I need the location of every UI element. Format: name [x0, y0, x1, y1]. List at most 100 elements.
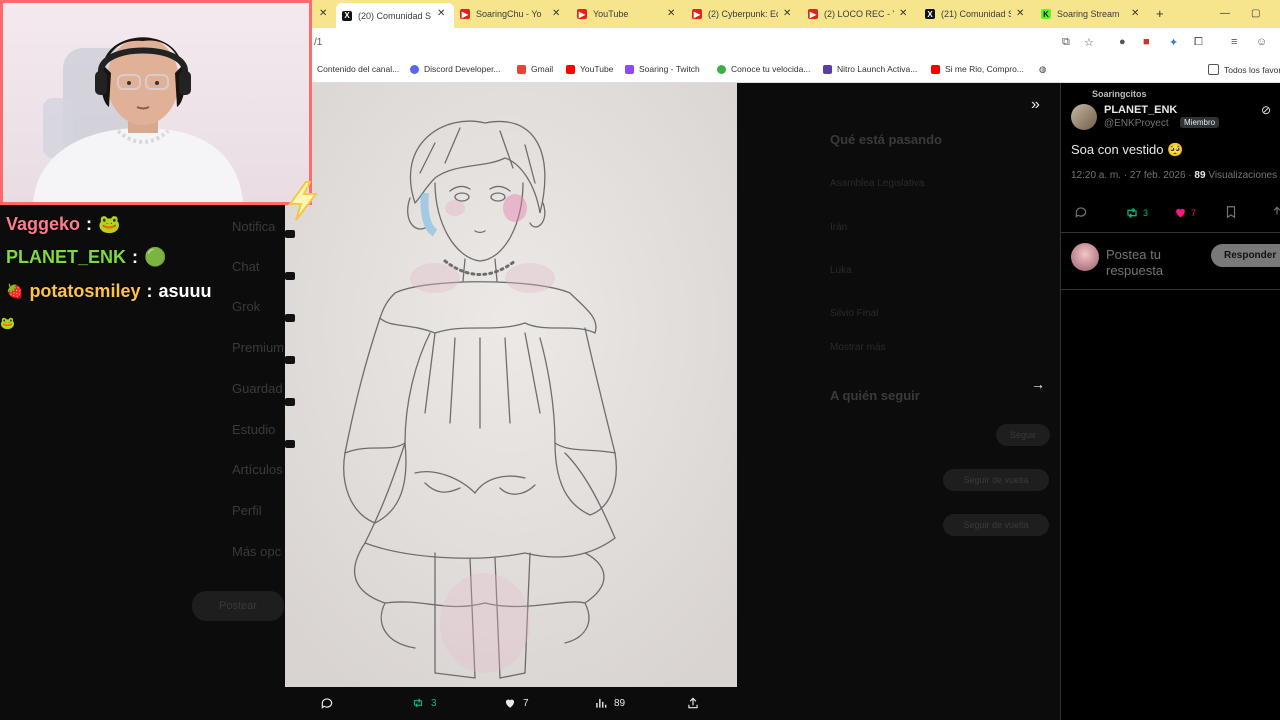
follow-back-button[interactable]: Seguir de vuelta	[943, 514, 1049, 536]
heart-icon	[1176, 208, 1185, 218]
community-name[interactable]: Soaringcitos	[1092, 89, 1147, 99]
views-label: Visualizaciones	[1208, 170, 1278, 181]
trend-item[interactable]: Irán	[830, 222, 847, 233]
author-handle[interactable]: @ENKProyect	[1104, 118, 1169, 129]
trend-item[interactable]: Silvio Final	[830, 308, 878, 319]
new-tab-button[interactable]: +	[1156, 6, 1164, 21]
close-icon[interactable]: ✕	[1131, 8, 1139, 19]
tab-soaringchu[interactable]: ▶ SoaringChu - Yo	[460, 5, 546, 23]
show-more-link[interactable]: Mostrar más	[830, 342, 886, 353]
grok-icon[interactable]: ⊘	[1261, 103, 1271, 117]
close-icon[interactable]: ✕	[783, 8, 791, 19]
close-icon[interactable]: ✕	[899, 8, 907, 19]
streamer-webcam	[33, 37, 243, 202]
bookmark-item[interactable]: Contenido del canal...	[317, 64, 399, 74]
sidebar-item-saved[interactable]: Guardad	[232, 381, 283, 396]
sidebar-item-premium[interactable]: Premium	[232, 340, 284, 355]
profile-avatar[interactable]: ☺	[1256, 36, 1267, 48]
bookmark-item[interactable]: Soaring - Twitch	[625, 64, 700, 74]
member-badge: Miembro	[1180, 117, 1220, 128]
reply-button[interactable]	[320, 696, 334, 710]
follow-button[interactable]: Seguir	[996, 424, 1050, 446]
reply-icon	[1075, 207, 1087, 218]
tab-cyberpunk[interactable]: ▶ (2) Cyberpunk: Ed	[692, 5, 778, 23]
chat-username: potatosmiley	[29, 281, 141, 301]
author-avatar[interactable]	[1071, 104, 1097, 130]
views-count: 89	[1194, 170, 1206, 181]
address-bar[interactable]: /1	[300, 32, 1280, 54]
chat-message: 🍓 potatosmiley : asuuu	[6, 281, 211, 302]
sketch-image[interactable]	[285, 83, 737, 687]
close-icon[interactable]: ✕	[552, 8, 560, 19]
divider	[1060, 232, 1280, 233]
bookmark-item[interactable]: Si me Rio, Compro...	[931, 64, 1024, 74]
post-button[interactable]: Postear	[192, 591, 284, 621]
extension-icon[interactable]: ●	[1119, 36, 1126, 48]
cast-icon[interactable]: ⧉	[1062, 36, 1070, 49]
youtube-icon: ▶	[692, 9, 702, 19]
bookmark-item[interactable]: Discord Developer...	[410, 64, 501, 74]
star-icon[interactable]: ☆	[1084, 36, 1094, 49]
green-emote: 🟢	[144, 247, 167, 267]
trend-item[interactable]: Luka	[830, 265, 852, 276]
sidebar-item-profile[interactable]: Perfil	[232, 503, 262, 518]
bookmark-label: Gmail	[531, 64, 554, 74]
tab-youtube[interactable]: ▶ YouTube	[577, 5, 663, 23]
trend-item[interactable]: Asamblea Legislativa	[830, 178, 925, 189]
nitro-icon	[823, 64, 832, 74]
sidebar-item-articles[interactable]: Artículos	[232, 462, 283, 477]
globe-icon[interactable]: ◍	[1039, 64, 1046, 75]
trending-title: Qué está pasando	[830, 132, 942, 147]
sidebar-item-grok[interactable]: Grok	[232, 299, 260, 314]
next-arrow-icon[interactable]: →	[1031, 376, 1045, 392]
sidebar-item-studio[interactable]: Estudio	[232, 422, 275, 437]
views-button[interactable]: 89	[594, 696, 625, 710]
tab-loco-rec[interactable]: ▶ (2) LOCO REC - Yo	[808, 5, 894, 23]
chat-separator: :	[86, 214, 93, 234]
all-bookmarks[interactable]: Todos los favor	[1208, 64, 1280, 75]
sidebar-item-more[interactable]: Más opc	[232, 544, 281, 559]
minimize-button[interactable]: —	[1220, 8, 1230, 19]
close-icon[interactable]: ✕	[1016, 8, 1024, 19]
close-icon[interactable]: ✕	[437, 8, 445, 19]
post-like-button[interactable]: 7	[1173, 205, 1196, 220]
author-name[interactable]: PLANET_ENK	[1104, 104, 1177, 116]
repost-count: 3	[1143, 208, 1149, 218]
tab-comunidad-2[interactable]: X (21) Comunidad S	[925, 5, 1011, 23]
extension-icon[interactable]: ✦	[1169, 36, 1178, 49]
reply-input[interactable]: Postea tu respuesta	[1106, 247, 1186, 279]
bookmark-button[interactable]	[1224, 205, 1238, 219]
bookmark-label: Discord Developer...	[424, 64, 501, 74]
post-reply-button[interactable]	[1074, 205, 1088, 219]
follow-back-button[interactable]: Seguir de vuelta	[943, 469, 1049, 491]
restore-button[interactable]: ▢	[1251, 8, 1260, 19]
strawberry-badge-icon: 🍓	[6, 283, 24, 299]
share-icon	[1273, 206, 1280, 215]
reply-submit-button[interactable]: Responder	[1211, 244, 1280, 267]
tab-label: (2) Cyberpunk: Ed	[708, 9, 778, 19]
post-repost-button[interactable]: 3	[1124, 205, 1148, 221]
bookmark-item[interactable]: Nitro Launch Activa...	[823, 64, 917, 74]
bookmark-item[interactable]: Gmail	[517, 64, 553, 74]
collapse-panel-icon[interactable]: »	[1031, 96, 1040, 114]
share-button[interactable]	[686, 696, 700, 710]
speedtest-icon	[717, 64, 726, 74]
repost-button[interactable]: 3	[411, 696, 437, 710]
bookmark-label: Contenido del canal...	[317, 64, 400, 74]
share-button[interactable]	[1270, 205, 1280, 219]
bookmark-item[interactable]: YouTube	[566, 64, 613, 74]
media-icon[interactable]: ≡	[1231, 36, 1237, 48]
folder-icon	[1208, 64, 1219, 75]
bar-chart-icon	[596, 698, 607, 708]
sidebar-item-chat[interactable]: Chat	[232, 259, 259, 274]
close-icon[interactable]: ✕	[319, 8, 327, 19]
bookmark-item[interactable]: Conoce tu velocida...	[717, 64, 810, 74]
puzzle-icon[interactable]: ⧠	[1194, 36, 1203, 49]
chat-message: PLANET_ENK : 🟢	[6, 247, 166, 268]
like-button[interactable]: 7	[503, 696, 529, 710]
close-icon[interactable]: ✕	[667, 8, 675, 19]
sidebar-item-notifications[interactable]: Notifica	[232, 219, 275, 234]
bookmark-icon	[1226, 206, 1236, 219]
tab-soaring-stream[interactable]: K Soaring Stream	[1041, 5, 1127, 23]
extension-icon[interactable]: ■	[1143, 36, 1150, 48]
